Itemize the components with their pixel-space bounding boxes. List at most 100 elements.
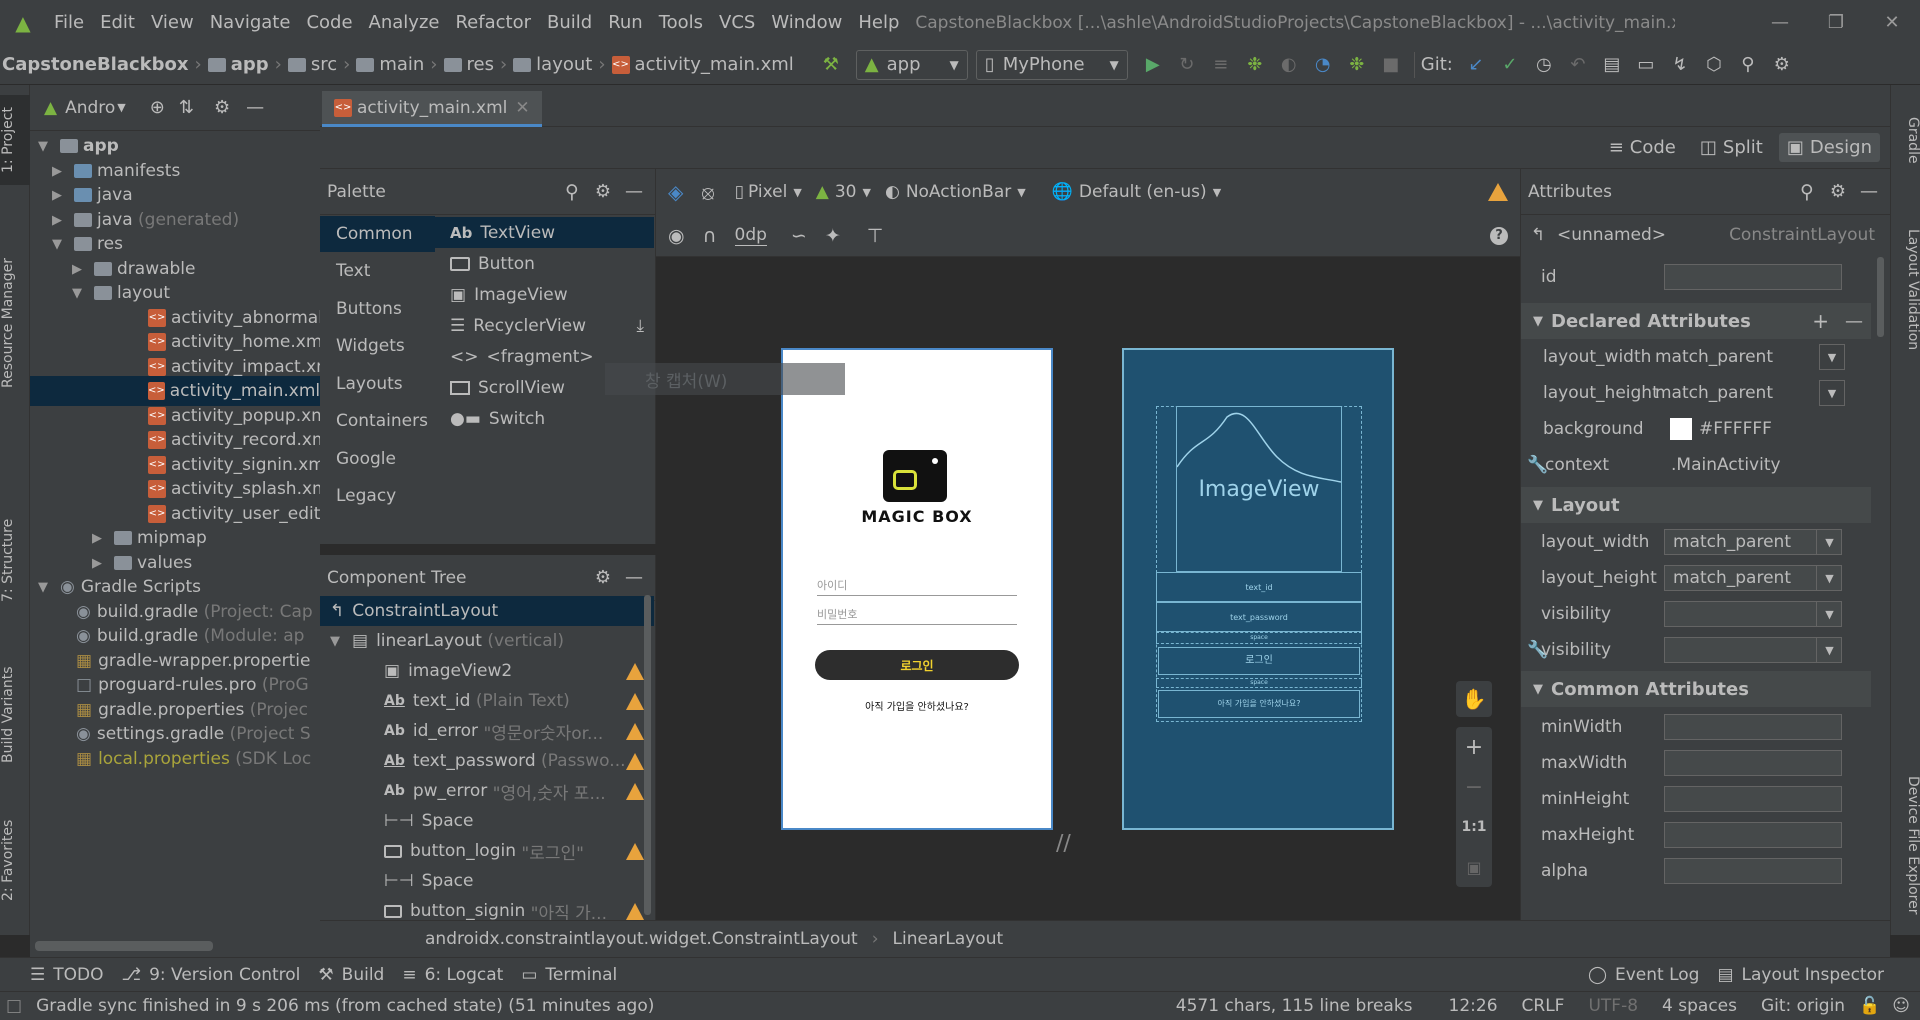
warning-icon[interactable] <box>1488 183 1508 201</box>
add-attribute-icon[interactable]: + <box>1812 309 1829 333</box>
tab-project[interactable]: 1: Project <box>0 95 30 185</box>
tab-device-file-explorer[interactable]: Device File Explorer <box>1891 765 1920 925</box>
coverage-icon[interactable]: ◐ <box>1272 50 1306 80</box>
chevron-down-icon[interactable]: ▼ <box>1816 637 1842 663</box>
help-icon[interactable]: ? <box>1490 226 1508 245</box>
magic-wand-icon[interactable]: ✦ <box>825 225 841 247</box>
palette-item-imageview[interactable]: ▣ ImageView <box>434 279 654 310</box>
tree-node-space[interactable]: ⊢⊣ Space <box>384 806 473 836</box>
palette-item-button[interactable]: Button <box>434 248 654 279</box>
tree-node-pw-error[interactable]: Ab pw_error "영어,숫자 포... <box>384 776 654 806</box>
remove-attribute-icon[interactable]: — <box>1845 311 1863 332</box>
guidelines-icon[interactable]: ⊤ <box>867 225 884 247</box>
search-icon[interactable]: ⚲ <box>1731 50 1765 80</box>
tree-node-text-id[interactable]: Ab text_id (Plain Text) <box>384 686 654 716</box>
menu-vcs[interactable]: VCS <box>711 12 763 33</box>
menu-tools[interactable]: Tools <box>651 12 711 33</box>
crumb-app[interactable]: app <box>231 54 269 75</box>
signup-link[interactable]: 아직 가입을 안하셨나요? <box>783 698 1051 713</box>
palette-category-widgets[interactable]: Widgets <box>320 328 435 364</box>
menu-help[interactable]: Help <box>850 12 907 33</box>
hide-panel-icon[interactable]: — <box>625 567 643 588</box>
layers-icon[interactable]: ◈ <box>668 180 683 204</box>
menu-refactor[interactable]: Refactor <box>447 12 539 33</box>
git-commit-icon[interactable]: ✓ <box>1493 50 1527 80</box>
palette-category-layouts[interactable]: Layouts <box>320 366 435 402</box>
crumb-project[interactable]: CapstoneBlackbox <box>2 54 189 75</box>
tree-node-button-login[interactable]: button_login "로그인" <box>384 836 654 866</box>
blueprint-preview[interactable]: ImageView text_id text_password space 로그… <box>1122 348 1394 830</box>
git-rollback-icon[interactable]: ↶ <box>1561 50 1595 80</box>
tab-build-variants[interactable]: Build Variants <box>0 645 30 785</box>
zoom-in-icon[interactable]: + <box>1456 727 1492 767</box>
id-input[interactable]: 아이디 <box>817 577 1017 596</box>
design-mode-button[interactable]: ▣ Design <box>1778 133 1880 162</box>
gear-icon[interactable]: ⚙ <box>595 567 611 588</box>
gear-icon[interactable]: ⚙ <box>214 97 230 118</box>
lock-icon[interactable]: 🔓 <box>1859 996 1880 1016</box>
menu-window[interactable]: Window <box>763 12 850 33</box>
chevron-down-icon[interactable]: ▼ <box>1816 601 1842 627</box>
alpha-input[interactable] <box>1664 858 1842 884</box>
tree-node-id-error[interactable]: Ab id_error "영문or숫자or... <box>384 716 654 746</box>
palette-category-buttons[interactable]: Buttons <box>320 291 435 327</box>
warning-icon[interactable] <box>626 662 644 680</box>
vertical-scrollbar[interactable] <box>644 595 651 915</box>
default-margin-select[interactable]: 0dp <box>734 225 767 246</box>
palette-category-legacy[interactable]: Legacy <box>320 478 435 514</box>
magnet-icon[interactable]: ∩ <box>703 225 717 247</box>
sync-gradle-icon[interactable]: ⬡ <box>1697 50 1731 80</box>
tree-node-constraintlayout[interactable]: ↰ ConstraintLayout <box>320 596 654 626</box>
tab-gradle[interactable]: Gradle <box>1891 100 1920 180</box>
tree-node-text-password[interactable]: Ab text_password (Passwo... <box>384 746 654 776</box>
status-message[interactable]: Gradle sync finished in 9 s 206 ms (from… <box>36 996 654 1016</box>
terminal-button[interactable]: ▭ Terminal <box>521 965 617 985</box>
palette-category-common[interactable]: Common <box>320 216 435 252</box>
crumb-src[interactable]: src <box>311 54 337 75</box>
tab-activity-main[interactable]: <> activity_main.xml ✕ <box>322 91 542 127</box>
git-branch[interactable]: Git: origin <box>1761 996 1845 1016</box>
warning-icon[interactable] <box>626 902 644 920</box>
palette-item-textview[interactable]: Ab TextView <box>434 217 654 248</box>
menu-analyze[interactable]: Analyze <box>361 12 448 33</box>
chevron-down-icon[interactable]: ▼ <box>1816 565 1842 591</box>
breadcrumb-linearlayout[interactable]: LinearLayout <box>893 929 1004 949</box>
warning-icon[interactable] <box>626 842 644 860</box>
module-select[interactable]: ▲ app ▼ <box>855 49 968 80</box>
indent-setting[interactable]: 4 spaces <box>1662 996 1737 1016</box>
declared-attributes-header[interactable]: ▼ Declared Attributes + — <box>1521 303 1871 339</box>
line-separator[interactable]: CRLF <box>1522 996 1565 1016</box>
max-width-input[interactable] <box>1664 750 1842 776</box>
common-attributes-header[interactable]: ▼ Common Attributes <box>1521 671 1871 707</box>
gear-icon[interactable]: ⚙ <box>1830 181 1846 202</box>
locate-icon[interactable]: ⊕ <box>150 97 165 118</box>
close-icon[interactable]: ✕ <box>1864 12 1920 33</box>
git-history-icon[interactable]: ◷ <box>1527 50 1561 80</box>
warning-icon[interactable] <box>626 752 644 770</box>
tab-structure[interactable]: 7: Structure <box>0 505 30 615</box>
file-encoding[interactable]: UTF-8 <box>1588 996 1638 1016</box>
close-tab-icon[interactable]: ✕ <box>515 98 529 118</box>
menu-file[interactable]: File <box>46 12 92 33</box>
zoom-fit-icon[interactable]: ▣ <box>1456 847 1492 887</box>
palette-item-recyclerview[interactable]: ☰ RecyclerView ⤓ <box>434 310 654 341</box>
horizontal-scrollbar[interactable] <box>35 941 213 951</box>
search-icon[interactable]: ⚲ <box>1800 181 1814 203</box>
minimize-icon[interactable]: — <box>1752 12 1808 33</box>
tab-favorites[interactable]: 2: Favorites <box>0 805 30 915</box>
tree-node-imageview[interactable]: ▣ imageView2 <box>384 656 654 686</box>
tab-resource-manager[interactable]: Resource Manager <box>0 235 30 410</box>
background-value[interactable]: #FFFFFF <box>1699 419 1772 439</box>
breadcrumb-constraintlayout[interactable]: androidx.constraintlayout.widget.Constra… <box>425 929 858 949</box>
api-select[interactable]: 30 <box>835 182 857 202</box>
chevron-down-icon[interactable]: ▼ <box>1819 344 1845 370</box>
menu-navigate[interactable]: Navigate <box>202 12 299 33</box>
warning-icon[interactable] <box>626 722 644 740</box>
theme-select[interactable]: NoActionBar <box>906 182 1011 202</box>
chevron-down-icon[interactable]: ▼ <box>1819 380 1845 406</box>
warning-icon[interactable] <box>626 782 644 800</box>
hide-panel-icon[interactable]: — <box>625 181 643 202</box>
menu-build[interactable]: Build <box>539 12 600 33</box>
tree-node-space[interactable]: ⊢⊣ Space <box>384 866 473 896</box>
warning-icon[interactable] <box>626 692 644 710</box>
